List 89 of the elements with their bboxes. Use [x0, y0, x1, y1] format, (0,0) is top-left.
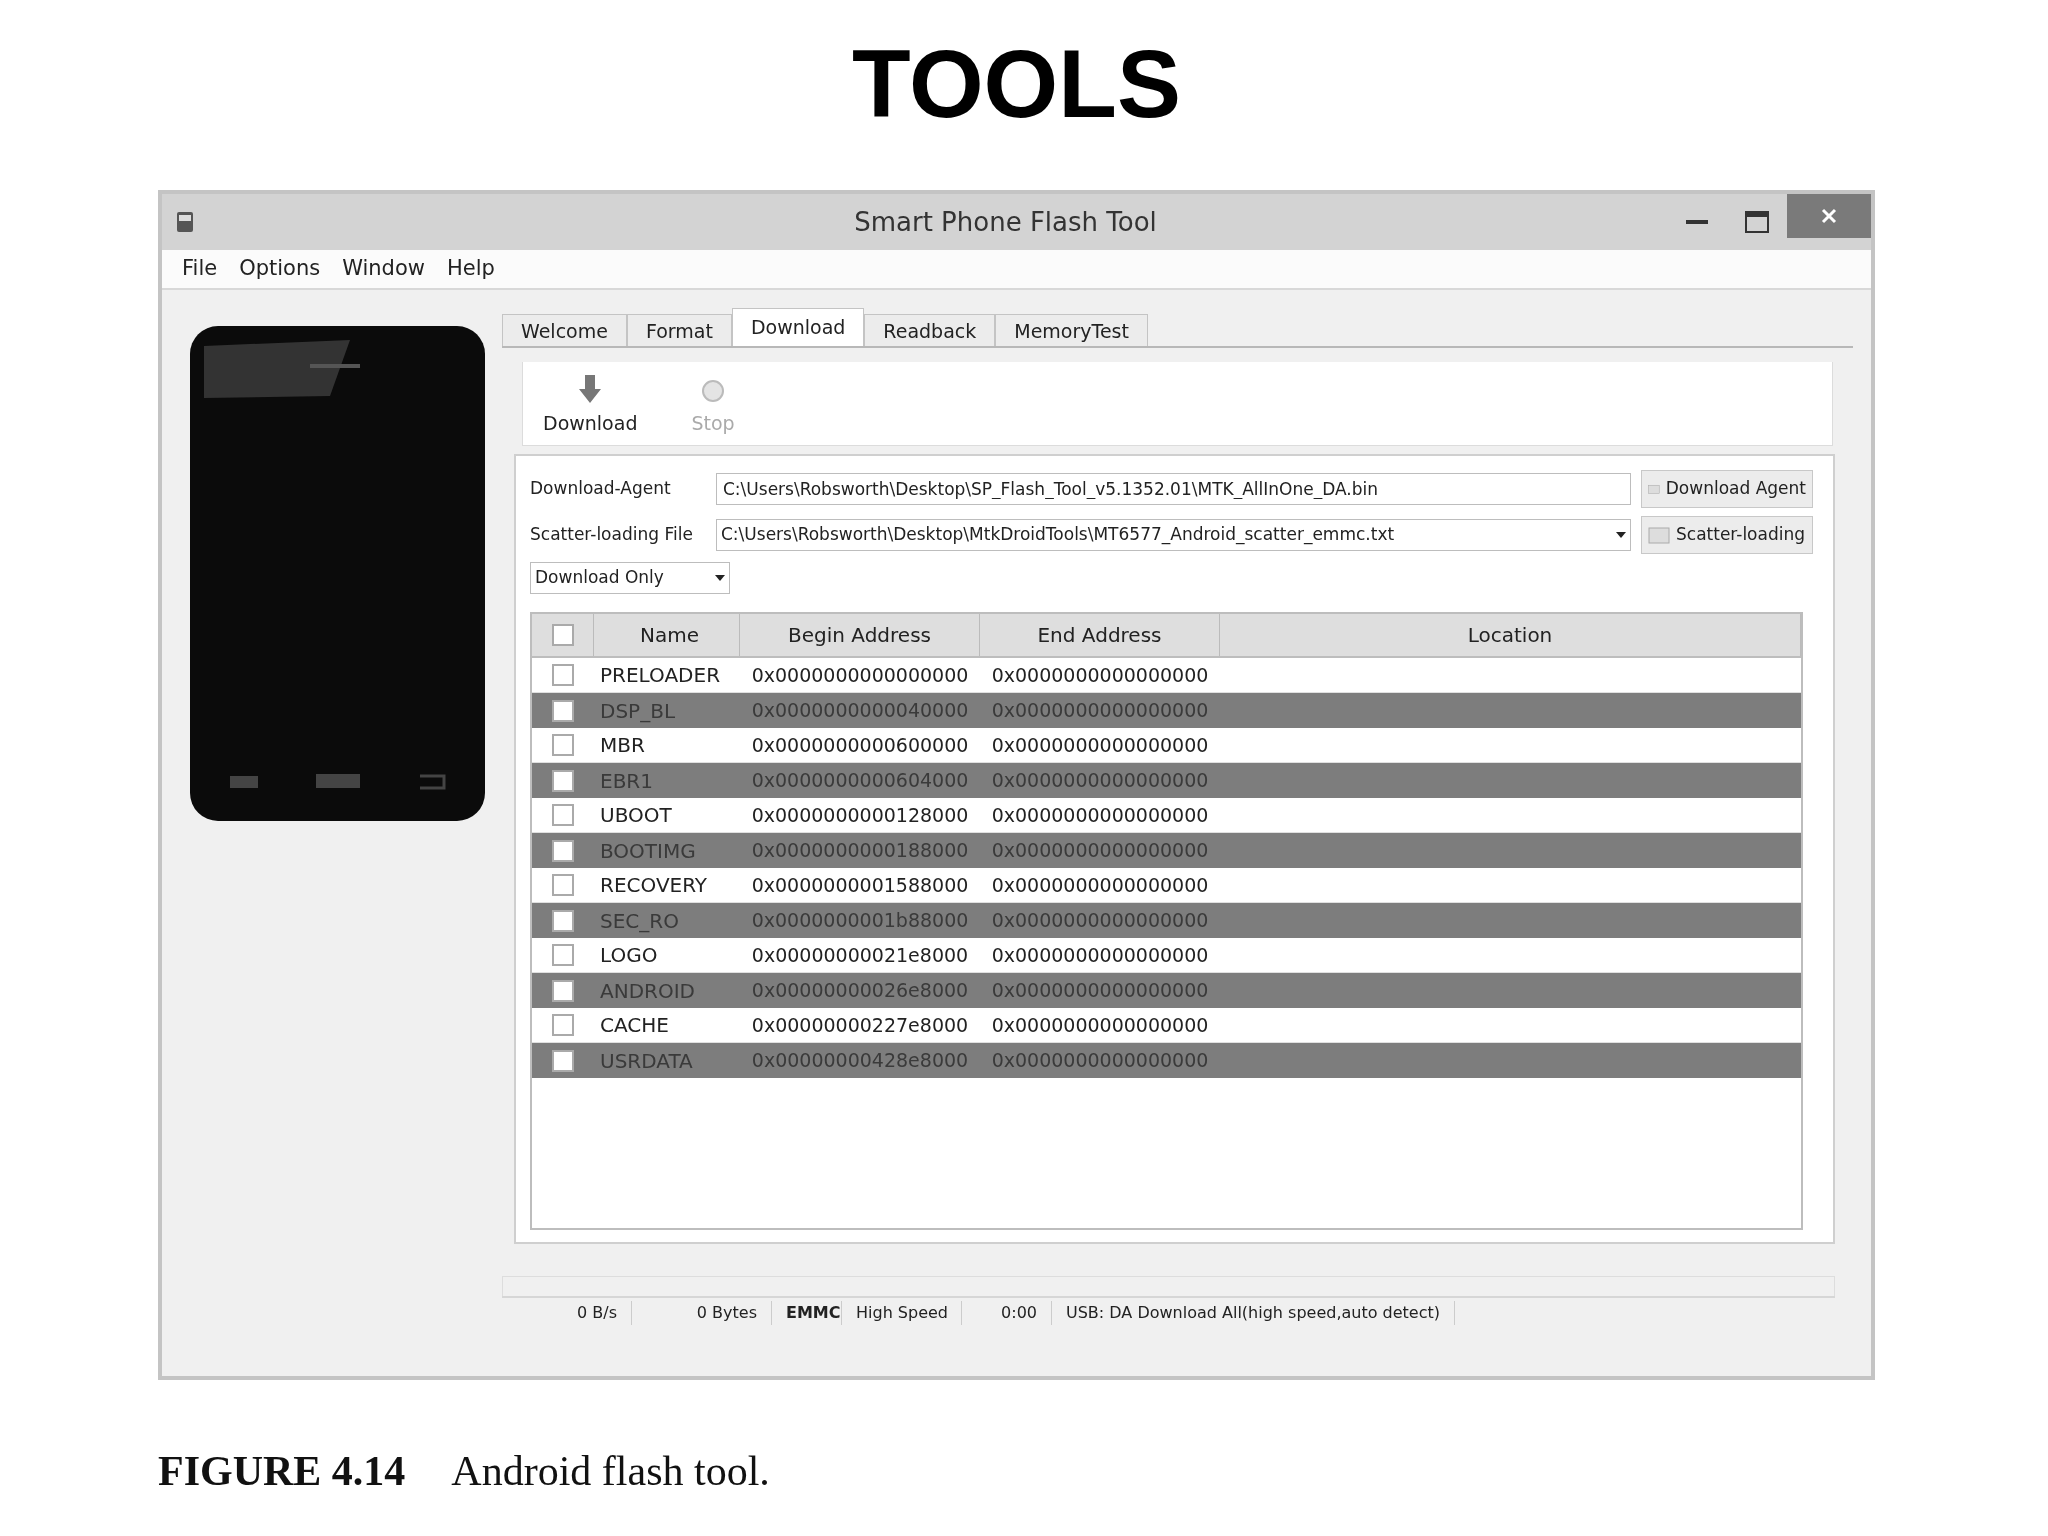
table-cell: 0x0000000000188000 [751, 839, 969, 862]
window-title: Smart Phone Flash Tool [853, 205, 1158, 239]
table-cell: 0x00000000021e8000 [751, 943, 969, 966]
menu-item[interactable]: Options [239, 253, 321, 285]
checkbox[interactable] [552, 909, 574, 932]
caret-icon [715, 575, 725, 581]
table-cell: 0x0000000000000000 [991, 1049, 1209, 1072]
checkbox[interactable] [552, 804, 574, 826]
close-icon [1821, 208, 1837, 224]
column-header: Begin Address [740, 614, 980, 656]
stop-icon [701, 378, 726, 403]
dropdown-field[interactable]: C:\Users\Robsworth\Desktop\MtkDroidTools\MT6577_Android_scatter_emmc.txt [716, 519, 1631, 551]
checkbox[interactable] [552, 944, 574, 966]
field-label: Download-Agent [530, 477, 672, 501]
table-cell: 0x0000000000000000 [991, 733, 1209, 756]
tab[interactable]: Format [626, 314, 732, 346]
scatter-loading-button[interactable]: Scatter-loading [1641, 516, 1813, 554]
table-cell: 0x0000000000000000 [991, 909, 1209, 932]
checkbox[interactable] [552, 874, 574, 896]
table-cell: 0x0000000000000000 [751, 663, 969, 686]
table-cell: 0x0000000000000000 [991, 839, 1209, 862]
tab[interactable]: Download [731, 308, 865, 346]
table-cell: EBR1 [600, 768, 653, 793]
tab[interactable]: Welcome [502, 314, 627, 346]
table-cell: UBOOT [600, 803, 672, 827]
caret-icon [1616, 532, 1626, 538]
tab[interactable]: MemoryTest [995, 314, 1148, 346]
figure-caption: Android flash tool. [451, 1447, 770, 1496]
minimize-icon [1686, 220, 1708, 224]
checkbox[interactable] [552, 769, 574, 792]
column-header: Name [594, 614, 740, 656]
download-button[interactable]: Download [543, 362, 638, 445]
field-label: Scatter-loading File [530, 523, 694, 547]
dropdown-field[interactable]: Download Only [530, 562, 730, 594]
page-heading: TOOLS [851, 29, 1182, 139]
table-cell: 0x0000000000000000 [991, 1013, 1209, 1036]
status-text: 0 B/s [502, 1301, 632, 1325]
table-cell: 0x0000000001588000 [751, 873, 969, 896]
table-cell: 0x0000000000000000 [991, 769, 1209, 792]
checkbox[interactable] [552, 699, 574, 722]
table-cell: 0x0000000000000000 [991, 979, 1209, 1002]
checkbox[interactable] [552, 979, 574, 1002]
table-cell: CACHE [600, 1013, 669, 1037]
table-cell: 0x0000000000604000 [751, 769, 969, 792]
column-header: Location [1220, 614, 1801, 656]
checkbox[interactable] [552, 1049, 574, 1072]
column-header: End Address [980, 614, 1220, 656]
folder-icon [1648, 526, 1670, 544]
table-cell: RECOVERY [600, 873, 708, 897]
down-arrow-icon [579, 374, 602, 403]
table-cell: 0x0000000000600000 [751, 733, 969, 756]
download-agent-button[interactable]: Download Agent [1641, 470, 1813, 508]
table-cell: USRDATA [600, 1048, 693, 1073]
table-cell: 0x0000000000128000 [751, 803, 969, 826]
menu-item[interactable]: Window [342, 253, 425, 285]
table-cell: 0x0000000000000000 [991, 699, 1209, 722]
table-cell: MBR [600, 733, 645, 757]
status-text: 0 Bytes [632, 1301, 772, 1325]
table-cell: PRELOADER [600, 663, 721, 687]
table-cell: SEC_RO [600, 908, 679, 933]
input-field[interactable]: C:\Users\Robsworth\Desktop\SP_Flash_Tool_v5.1352.01\MTK_AllInOne_DA.bin [716, 473, 1631, 505]
checkbox[interactable] [551, 624, 574, 646]
status-text: 0:00 [962, 1301, 1052, 1325]
table-cell: 0x0000000000000000 [991, 873, 1209, 896]
table-cell: 0x0000000000040000 [751, 699, 969, 722]
checkbox[interactable] [552, 839, 574, 862]
table-cell: DSP_BL [600, 698, 676, 723]
table-cell: LOGO [600, 943, 658, 967]
table-cell: 0x00000000227e8000 [751, 1013, 969, 1036]
checkbox[interactable] [552, 734, 574, 756]
table-cell: 0x0000000000000000 [991, 803, 1209, 826]
status-text: High Speed [842, 1301, 962, 1325]
table-cell: 0x0000000001b88000 [751, 909, 969, 932]
table-cell: 0x0000000000000000 [991, 663, 1209, 686]
table-cell: BOOTIMG [600, 838, 696, 863]
table-cell: 0x00000000026e8000 [751, 979, 969, 1002]
tab[interactable]: Readback [864, 314, 996, 346]
status-text: USB: DA Download All(high speed,auto detect) [1052, 1301, 1455, 1325]
app-icon [176, 211, 194, 233]
menu-item[interactable]: Help [447, 253, 495, 285]
table-cell: 0x00000000428e8000 [751, 1049, 969, 1072]
status-text: EMMC [772, 1301, 842, 1325]
checkbox[interactable] [552, 664, 574, 686]
menu-item[interactable]: File [182, 253, 218, 285]
maximize-icon [1745, 211, 1769, 233]
checkbox[interactable] [552, 1014, 574, 1036]
table-cell: ANDROID [600, 978, 695, 1003]
figure-number: FIGURE 4.14 [158, 1447, 406, 1496]
table-cell: 0x0000000000000000 [991, 943, 1209, 966]
